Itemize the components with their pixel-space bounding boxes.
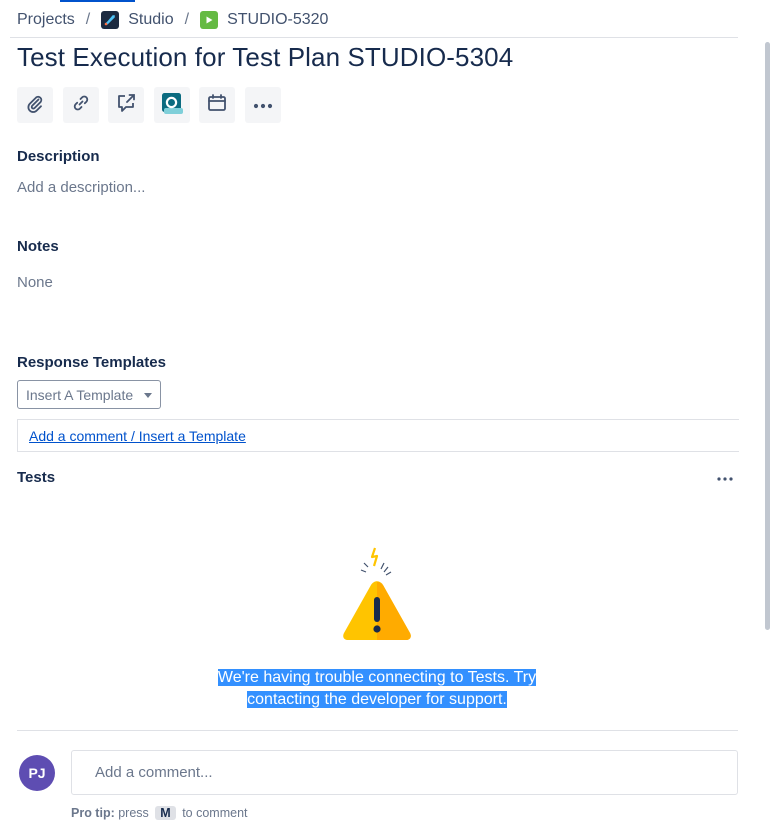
insert-template-select[interactable]: Insert A Template	[17, 380, 161, 409]
avatar[interactable]: PJ	[19, 755, 55, 791]
header-divider	[10, 37, 738, 38]
pro-tip-text: press	[118, 806, 149, 820]
link-issue-button[interactable]	[62, 87, 99, 123]
attach-button[interactable]	[17, 87, 53, 123]
issue-toolbar	[17, 87, 290, 123]
app-icon	[159, 90, 185, 121]
scrollbar-thumb[interactable]	[765, 42, 770, 630]
more-icon	[253, 96, 273, 114]
warning-illustration-icon	[337, 545, 417, 646]
breadcrumb-project-label: Studio	[128, 11, 174, 28]
insert-template-value: Insert A Template	[26, 386, 134, 403]
tests-more-button[interactable]	[715, 470, 735, 484]
breadcrumb-issue-label: STUDIO-5320	[227, 11, 329, 28]
notes-label: Notes	[17, 238, 59, 255]
add-comment-template-link[interactable]: Add a comment / Insert a Template	[29, 428, 246, 444]
description-field[interactable]: Add a description...	[17, 179, 145, 196]
rocket-icon	[101, 11, 120, 29]
description-label: Description	[17, 148, 100, 165]
comments-divider	[17, 730, 738, 731]
breadcrumb: Projects / Studio / STUDIO-5320	[17, 9, 328, 31]
insert-template-bar: Add a comment / Insert a Template	[17, 419, 739, 452]
tests-label: Tests	[17, 469, 56, 486]
breadcrumb-separator: /	[184, 11, 190, 28]
breadcrumb-issue[interactable]: STUDIO-5320	[200, 11, 328, 29]
breadcrumb-separator: /	[85, 11, 91, 28]
more-actions-button[interactable]	[244, 87, 281, 123]
tests-error-line-2: contacting the developer for support.	[247, 691, 507, 708]
share-icon	[115, 92, 137, 119]
breadcrumb-projects[interactable]: Projects	[17, 11, 75, 29]
page-title: Test Execution for Test Plan STUDIO-5304	[17, 42, 514, 72]
app-button[interactable]	[153, 87, 190, 123]
paperclip-icon	[25, 93, 45, 118]
link-icon	[71, 93, 91, 118]
scrollbar-track[interactable]	[762, 0, 771, 815]
keyboard-shortcut-badge: M	[155, 806, 176, 820]
caret-down-icon	[144, 393, 152, 398]
share-button[interactable]	[108, 87, 144, 123]
top-accent-line	[60, 0, 135, 2]
more-icon	[717, 468, 733, 486]
tests-error-message: We're having trouble connecting to Tests…	[160, 667, 594, 711]
breadcrumb-project[interactable]: Studio	[101, 11, 174, 29]
pro-tip-label: Pro tip:	[71, 806, 115, 820]
notes-value[interactable]: None	[17, 274, 53, 291]
pro-tip-suffix: to comment	[182, 806, 248, 820]
response-templates-label: Response Templates	[17, 354, 166, 371]
play-icon	[200, 11, 219, 29]
add-comment-input[interactable]: Add a comment...	[71, 750, 738, 795]
calendar-icon	[206, 92, 228, 119]
tests-error-line-1: We're having trouble connecting to Tests…	[217, 669, 537, 686]
calendar-button[interactable]	[199, 87, 235, 123]
pro-tip: Pro tip: press M to comment	[71, 806, 248, 820]
